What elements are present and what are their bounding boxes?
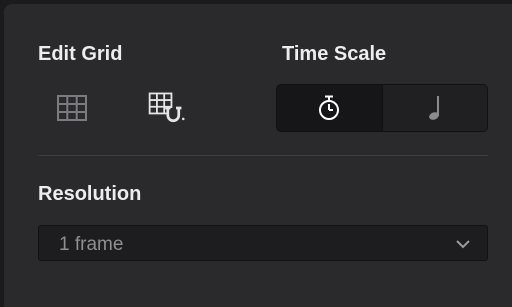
quarter-note-icon xyxy=(428,96,439,120)
grid-icon xyxy=(57,95,87,121)
time-scale-heading: Time Scale xyxy=(282,43,387,65)
edit-grid-heading: Edit Grid xyxy=(38,43,123,65)
grid-snap-button[interactable] xyxy=(146,88,186,128)
time-scale-option-stopwatch[interactable] xyxy=(277,85,382,131)
grid-snap-icon xyxy=(148,92,185,123)
resolution-heading: Resolution xyxy=(38,183,142,205)
time-scale-option-beats[interactable] xyxy=(381,85,488,131)
resolution-value: 1 frame xyxy=(59,234,124,255)
section-divider xyxy=(38,155,488,156)
grid-toggle-button[interactable] xyxy=(52,88,92,128)
resolution-dropdown[interactable]: 1 frame xyxy=(38,225,488,261)
edit-grid-panel: Edit Grid Time Scale Resolution 1 frame xyxy=(4,4,512,307)
time-scale-selector xyxy=(276,84,488,132)
chevron-down-icon xyxy=(456,240,470,249)
stopwatch-icon xyxy=(319,95,340,120)
